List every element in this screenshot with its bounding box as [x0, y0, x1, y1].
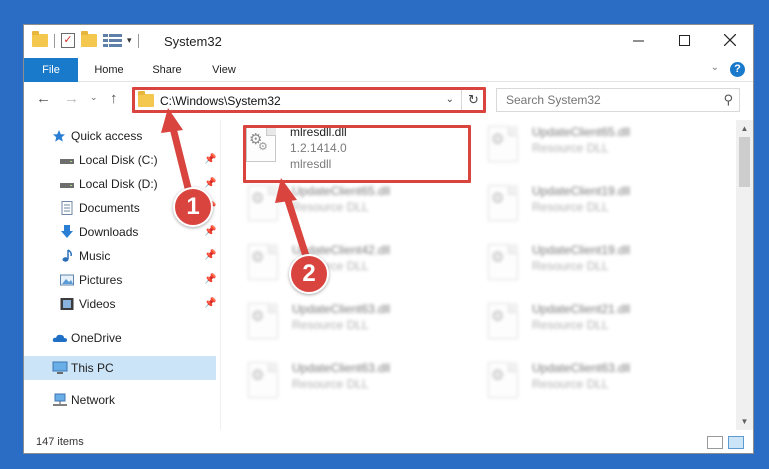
step1-arrow [168, 120, 194, 200]
step2-arrow [282, 190, 310, 260]
step1-arrowhead [161, 108, 183, 133]
step2-arrowhead [275, 178, 297, 203]
annotation-arrows [161, 108, 310, 260]
step1-badge: 1 [173, 187, 213, 227]
step2-badge: 2 [289, 254, 329, 294]
